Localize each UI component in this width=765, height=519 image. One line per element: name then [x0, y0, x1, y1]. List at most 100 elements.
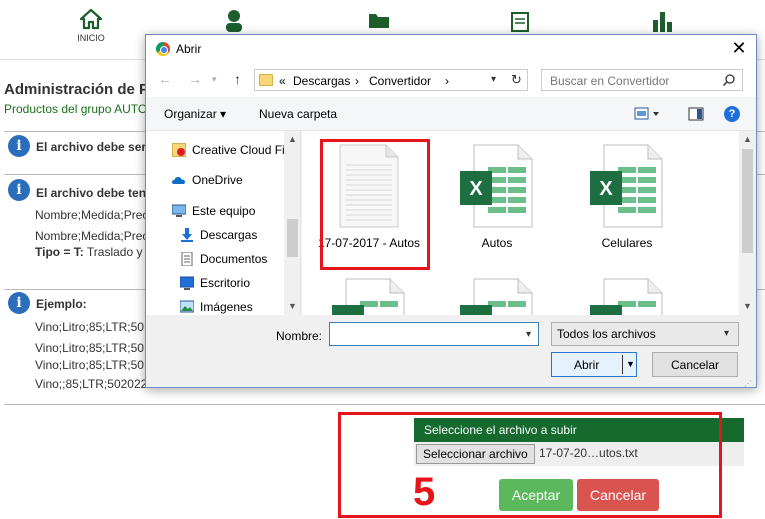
nav-item-folder[interactable]: [349, 8, 409, 30]
breadcrumb-convertidor[interactable]: Convertidor: [369, 74, 431, 88]
dialog-titlebar[interactable]: Abrir ✕: [146, 35, 756, 63]
file-item-celulares[interactable]: X Celulares: [572, 143, 682, 250]
dialog-cancel-button[interactable]: Cancelar: [652, 352, 738, 377]
file-item-autos[interactable]: X Autos: [442, 143, 552, 250]
info-icon: i: [8, 292, 30, 314]
chrome-icon: [156, 42, 170, 56]
search-placeholder: Buscar en Convertidor: [550, 74, 670, 88]
address-dropdown-icon[interactable]: ▾: [491, 74, 496, 85]
chevron-down-icon[interactable]: ▾: [526, 329, 531, 340]
home-icon: [79, 8, 103, 30]
nav-label: OneDrive: [192, 173, 243, 187]
scroll-up-icon[interactable]: ▲: [288, 134, 297, 144]
open-file-dialog: Abrir ✕ ← → ▾ ↑ « Descargas › Convertido…: [145, 34, 757, 388]
file-type-value: Todos los archivos: [557, 327, 656, 341]
divider: [4, 404, 765, 405]
nav-label: Escritorio: [200, 276, 251, 290]
scroll-up-icon[interactable]: ▲: [743, 134, 752, 144]
file-item[interactable]: [314, 277, 424, 315]
scroll-down-icon[interactable]: ▼: [288, 301, 297, 311]
scroll-thumb[interactable]: [742, 149, 753, 253]
forward-arrow-icon[interactable]: →: [188, 71, 202, 87]
recent-chevron-icon[interactable]: ▾: [212, 74, 217, 85]
nav-creative-cloud[interactable]: Creative Cloud Fil: [172, 143, 287, 157]
nav-label: Este equipo: [192, 204, 256, 218]
nav-documentos[interactable]: Documentos: [180, 252, 267, 266]
tipo-label: Tipo = T:: [35, 245, 84, 259]
breadcrumb-separator: ›: [355, 74, 359, 88]
nav-label-inicio: INICIO: [77, 33, 105, 43]
breadcrumb-descargas[interactable]: Descargas: [293, 74, 350, 88]
file-list-scrollbar[interactable]: ▲ ▼: [739, 131, 756, 315]
page-subtitle: Productos del grupo AUTO: [4, 102, 148, 116]
file-item[interactable]: [442, 277, 552, 315]
search-icon: [722, 74, 735, 87]
dialog-title: Abrir: [176, 42, 202, 56]
excel-file-icon: [590, 278, 663, 315]
nav-item-users[interactable]: [204, 8, 264, 32]
nav-este-equipo[interactable]: Este equipo: [172, 204, 255, 218]
folder-icon: [369, 14, 389, 28]
nav-pane-scrollbar[interactable]: ▲ ▼: [284, 131, 300, 315]
bar-chart-icon: [653, 12, 672, 32]
example-line: Vino;Litro;85;LTR;50: [35, 358, 144, 372]
nav-label: Documentos: [200, 252, 268, 266]
breadcrumb-separator: ›: [445, 74, 449, 88]
back-arrow-icon[interactable]: ←: [158, 71, 172, 87]
address-bar[interactable]: « Descargas › Convertidor › ▾ ↻: [254, 69, 528, 91]
user-icon: [226, 10, 242, 32]
folder-icon: [259, 74, 273, 86]
document-icon: [511, 12, 529, 32]
nav-imagenes[interactable]: Imágenes: [180, 300, 253, 314]
nav-onedrive[interactable]: OneDrive: [172, 173, 243, 187]
scroll-down-icon[interactable]: ▼: [743, 301, 752, 311]
up-arrow-icon[interactable]: ↑: [234, 71, 241, 87]
help-icon[interactable]: ?: [724, 106, 740, 122]
tipo-text: Traslado y: [83, 245, 143, 259]
computer-icon: [172, 204, 186, 217]
address-row: ← → ▾ ↑ « Descargas › Convertidor › ▾ ↻ …: [146, 63, 756, 97]
open-button[interactable]: Abrir ▼: [551, 352, 637, 377]
search-input[interactable]: Buscar en Convertidor: [541, 69, 743, 91]
documents-icon: [181, 252, 193, 266]
nav-label: Descargas: [200, 228, 258, 242]
download-icon: [181, 228, 193, 242]
nav-item-reports[interactable]: [632, 8, 692, 32]
info-icon: i: [8, 135, 30, 157]
file-type-select[interactable]: Todos los archivos ▾: [551, 322, 739, 346]
example-line: Vino;Litro;85;LTR;50: [35, 320, 144, 334]
file-name-input[interactable]: ▾: [329, 322, 539, 346]
resize-grip-icon[interactable]: ⋰: [744, 379, 754, 388]
nav-label: Imágenes: [200, 300, 253, 314]
close-icon[interactable]: ✕: [730, 39, 748, 57]
onedrive-icon: [172, 177, 185, 184]
navigation-pane: Creative Cloud Fil OneDrive Este equipo …: [146, 131, 301, 315]
nav-escritorio[interactable]: Escritorio: [180, 276, 250, 290]
scroll-thumb[interactable]: [287, 219, 298, 257]
organize-button[interactable]: Organizar ▾: [164, 107, 226, 121]
svg-text:X: X: [599, 178, 613, 200]
excel-file-icon: [332, 278, 405, 315]
page-title: Administración de P: [4, 81, 150, 98]
excel-file-icon: X: [590, 144, 663, 228]
nav-descargas[interactable]: Descargas: [180, 228, 257, 242]
breadcrumb-overflow[interactable]: «: [279, 74, 286, 88]
open-dropdown-icon[interactable]: ▼: [626, 359, 635, 369]
info-tipo: Tipo = T: Traslado y: [35, 245, 142, 259]
nav-item-document[interactable]: [490, 8, 550, 32]
excel-file-icon: X: [460, 144, 533, 228]
nav-label: Creative Cloud Fil: [192, 143, 288, 157]
refresh-icon[interactable]: ↻: [511, 72, 522, 88]
excel-file-icon: [460, 278, 533, 315]
info-icon: i: [8, 179, 30, 201]
file-item[interactable]: [572, 277, 682, 315]
nav-item-inicio[interactable]: INICIO: [61, 8, 121, 43]
desktop-icon: [180, 276, 194, 290]
images-icon: [180, 300, 194, 313]
preview-pane-icon[interactable]: [688, 107, 704, 121]
open-button-label: Abrir: [574, 358, 600, 372]
creative-cloud-icon: [172, 143, 186, 157]
file-label: Celulares: [601, 236, 653, 250]
view-options-icon[interactable]: [634, 107, 662, 121]
new-folder-button[interactable]: Nueva carpeta: [259, 107, 337, 121]
